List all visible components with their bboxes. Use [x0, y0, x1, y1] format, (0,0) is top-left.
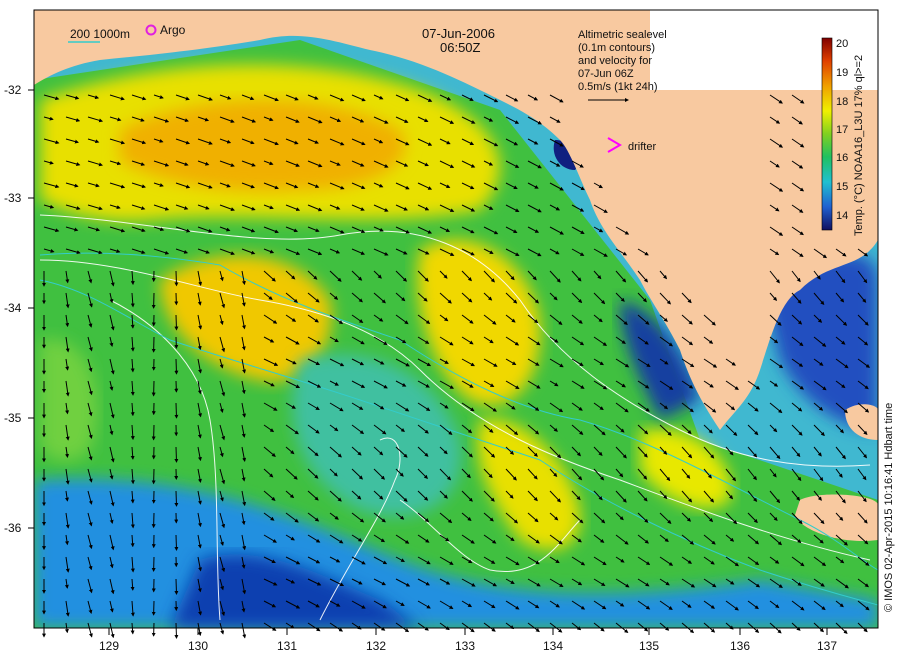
y-tick-label: -32: [4, 83, 22, 97]
y-tick-label: -36: [4, 521, 22, 535]
y-axis: -32 -33 -34 -35 -36: [4, 83, 34, 535]
y-tick-label: -33: [4, 191, 22, 205]
velocity-arrow: [174, 446, 179, 463]
velocity-arrow: [174, 270, 179, 287]
altimetry-line: (0.1m contours): [578, 42, 655, 54]
altimetry-line: and velocity for: [578, 55, 652, 67]
date-label: 07-Jun-2006: [422, 26, 495, 41]
x-tick-label: 134: [543, 639, 563, 653]
x-tick-label: 135: [639, 639, 659, 653]
colorbar-tick: 19: [836, 67, 848, 79]
colorbar-tick: 17: [836, 124, 848, 136]
time-label: 06:50Z: [440, 40, 481, 55]
altimetry-line: 0.5m/s (1kt 24h): [578, 81, 657, 93]
x-tick-label: 131: [277, 639, 297, 653]
y-tick-label: -34: [4, 301, 22, 315]
x-axis: 129 130 131 132 133 134 135 136 137: [99, 628, 837, 653]
velocity-arrow: [174, 314, 179, 331]
altimetry-line: Altimetric sealevel: [578, 29, 667, 41]
x-tick-label: 129: [99, 639, 119, 653]
velocity-arrow: [174, 534, 179, 551]
depth-legend-label: 200 1000m: [70, 27, 130, 41]
argo-legend-label: Argo: [160, 23, 186, 37]
colorbar-gradient: [821, 37, 833, 231]
x-tick-label: 136: [730, 639, 750, 653]
colorbar-tick: 15: [836, 181, 848, 193]
velocity-arrow: [174, 358, 179, 375]
x-tick-label: 132: [366, 639, 386, 653]
x-tick-label: 137: [817, 639, 837, 653]
altimetry-line: 07-Jun 06Z: [578, 68, 634, 80]
colorbar-tick: 16: [836, 152, 848, 164]
velocity-arrow: [174, 578, 179, 595]
colorbar-tick: 20: [836, 38, 848, 50]
depth-legend: 200 1000m: [68, 27, 130, 43]
x-tick-label: 130: [188, 639, 208, 653]
colorbar-tick: 14: [836, 210, 848, 222]
drifter-label: drifter: [628, 141, 656, 153]
x-tick-label: 133: [455, 639, 475, 653]
colorbar-tick: 18: [836, 96, 848, 108]
velocity-arrow: [174, 402, 179, 419]
colorbar-title: Temp. (°C) NOAA16_L3U 17% ql>=2: [853, 55, 865, 236]
y-tick-label: -35: [4, 411, 22, 425]
credit-label: © IMOS 02-Apr-2015 10:16:41 Hdbart time: [883, 403, 895, 612]
map-figure: 129 130 131 132 133 134 135 136 137 -32 …: [4, 9, 895, 653]
velocity-arrow: [174, 622, 179, 639]
velocity-arrow: [174, 490, 179, 507]
